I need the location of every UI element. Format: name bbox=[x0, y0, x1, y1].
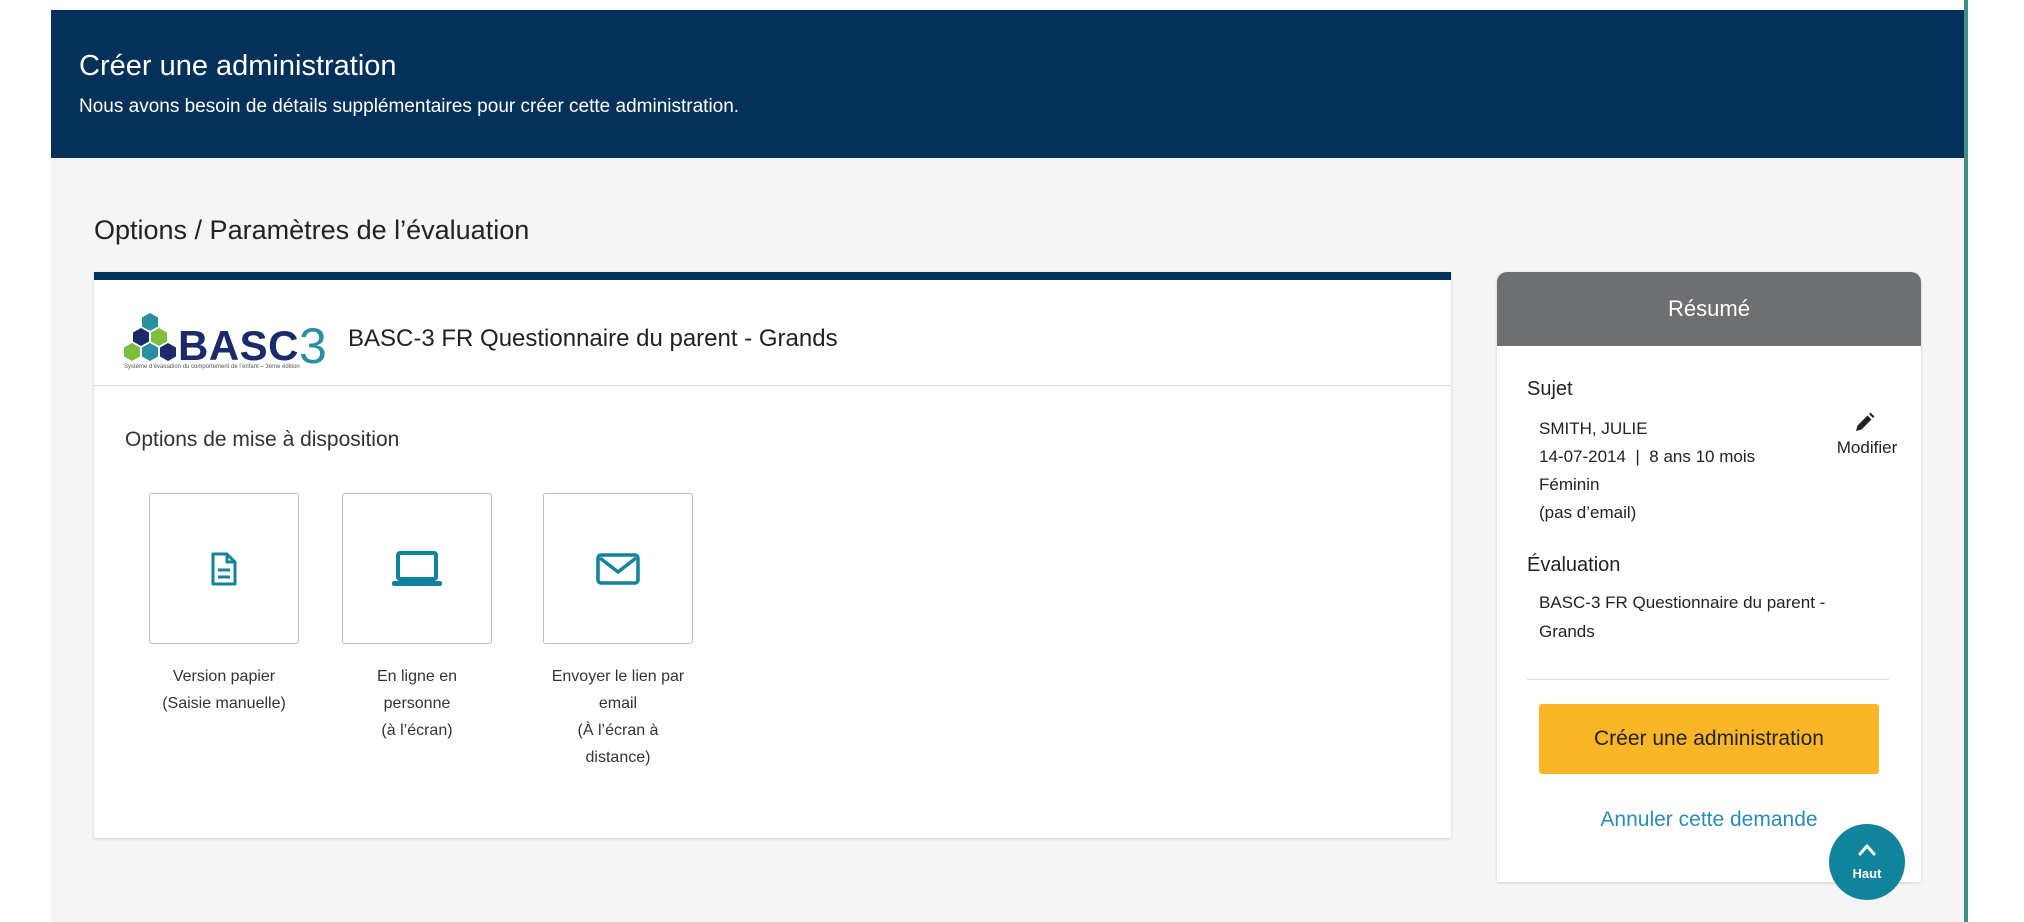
summary-panel: Résumé Sujet SMITH, JULIE 14-07-2014 | 8… bbox=[1497, 272, 1921, 882]
pencil-icon bbox=[1856, 412, 1875, 431]
laptop-icon bbox=[392, 550, 442, 586]
assessment-card: BASC3 Système d’évaluation du comporteme… bbox=[94, 272, 1451, 838]
summary-heading: Résumé bbox=[1668, 296, 1750, 321]
envelope-icon bbox=[596, 552, 640, 585]
edit-subject-label: Modifier bbox=[1836, 438, 1898, 457]
create-administration-button[interactable]: Créer une administration bbox=[1539, 704, 1879, 774]
option-email-tile[interactable] bbox=[543, 493, 693, 644]
page-subtitle: Nous avons besoin de détails supplémenta… bbox=[79, 96, 740, 117]
page: Créer une administration Nous avons beso… bbox=[0, 0, 2024, 922]
option-in-person-label: En ligne en personne (à l’écran) bbox=[376, 668, 458, 739]
section-title: Options / Paramètres de l’évaluation bbox=[94, 215, 530, 245]
back-to-top-button[interactable]: Haut bbox=[1829, 824, 1905, 900]
option-paper-tile[interactable] bbox=[149, 493, 299, 644]
card-header: BASC3 Système d’évaluation du comporteme… bbox=[94, 280, 1451, 386]
assessment-title: BASC-3 FR Questionnaire du parent - Gran… bbox=[348, 325, 838, 352]
option-email-label: Envoyer le lien par email (À l’écran à d… bbox=[551, 668, 685, 766]
back-to-top-label: Haut bbox=[1852, 866, 1882, 881]
basc3-logo: BASC3 Système d’évaluation du comporteme… bbox=[124, 310, 327, 374]
summary-divider bbox=[1527, 679, 1889, 680]
subject-name: SMITH, JULIE bbox=[1539, 419, 1648, 438]
subject-label: Sujet bbox=[1527, 378, 1573, 400]
subject-dob: 14-07-2014 | 8 ans 10 mois bbox=[1539, 447, 1756, 466]
delivery-options-title: Options de mise à disposition bbox=[125, 428, 400, 451]
edit-subject-button[interactable]: Modifier bbox=[1827, 412, 1907, 462]
option-paper-label: Version papier (Saisie manuelle) bbox=[162, 668, 286, 712]
page-title: Créer une administration bbox=[79, 50, 397, 82]
evaluation-label: Évaluation bbox=[1527, 554, 1621, 576]
document-icon bbox=[211, 552, 237, 585]
summary-header: Résumé bbox=[1497, 272, 1921, 346]
logo-tagline: Système d’évaluation du comportement de … bbox=[124, 364, 300, 370]
option-in-person-tile[interactable] bbox=[342, 493, 492, 644]
subject-gender: Féminin bbox=[1539, 475, 1600, 494]
page-header: Créer une administration Nous avons beso… bbox=[51, 10, 1964, 158]
basc3-logo-icon bbox=[124, 313, 176, 361]
chevron-up-icon bbox=[1858, 844, 1876, 856]
right-border bbox=[1964, 0, 1968, 922]
subject-email: (pas d’email) bbox=[1539, 503, 1637, 522]
evaluation-value: BASC-3 FR Questionnaire du parent - Gran… bbox=[1539, 593, 1826, 641]
